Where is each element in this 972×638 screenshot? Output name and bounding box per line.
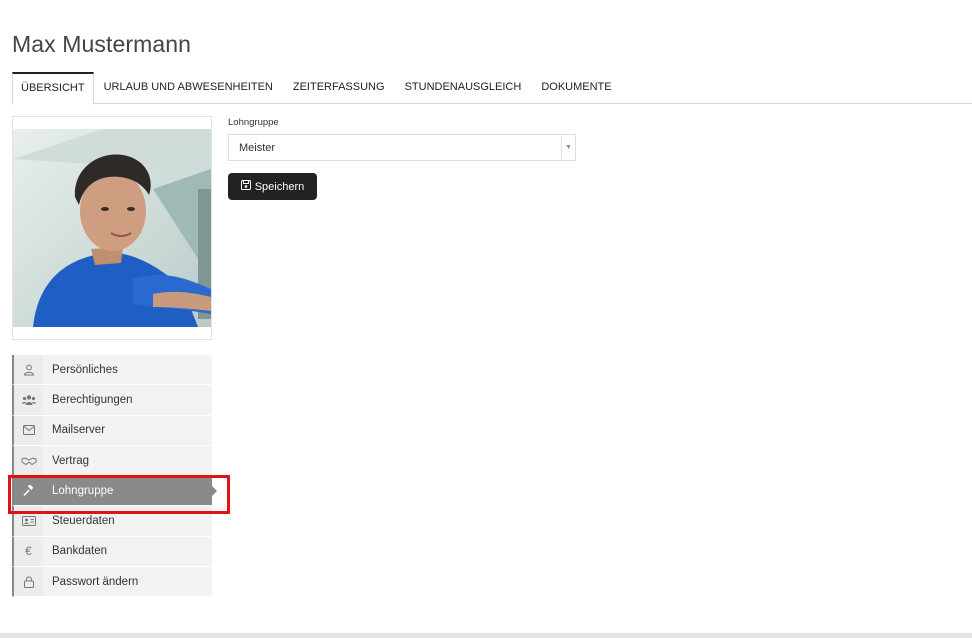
page-title: Max Mustermann <box>12 31 192 57</box>
save-button-label: Speichern <box>254 180 305 193</box>
euro-icon: € <box>14 536 43 567</box>
side-menu-item-passwort-aendern[interactable]: Passwort ändern <box>12 567 212 598</box>
side-menu-item-label: Berechtigungen <box>52 393 133 406</box>
side-menu-item-label: Steuerdaten <box>52 515 115 528</box>
side-menu-item-bankdaten[interactable]: € Bankdaten <box>12 536 212 568</box>
id-card-icon <box>14 506 43 536</box>
select-value: Meister <box>239 142 276 154</box>
tab-dokumente[interactable]: DOKUMENTE <box>531 72 621 104</box>
side-menu: Persönliches Berechtigungen Mailserver V… <box>12 355 217 598</box>
tab-urlaub[interactable]: URLAUB UND ABWESENHEITEN <box>94 72 283 104</box>
side-menu-item-label: Passwort ändern <box>52 575 139 588</box>
envelope-icon <box>14 415 43 445</box>
save-icon <box>240 180 251 193</box>
side-menu-item-label: Bankdaten <box>52 545 107 558</box>
tab-stundenausgleich[interactable]: STUNDENAUSGLEICH <box>395 72 532 104</box>
users-icon <box>14 385 43 415</box>
side-menu-item-vertrag[interactable]: Vertrag <box>12 445 212 477</box>
profile-photo[interactable] <box>13 129 211 327</box>
side-menu-item-berechtigungen[interactable]: Berechtigungen <box>12 385 212 416</box>
side-menu-item-label: Persönliches <box>52 363 118 376</box>
lohngruppe-select[interactable]: Meister ▼ <box>228 134 576 161</box>
tab-uebersicht[interactable]: ÜBERSICHT <box>12 72 94 105</box>
save-button[interactable]: Speichern <box>228 173 317 200</box>
chevron-down-icon[interactable]: ▼ <box>561 135 575 160</box>
profile-photo-card <box>12 116 212 340</box>
side-menu-item-steuerdaten[interactable]: Steuerdaten <box>12 506 212 537</box>
gavel-icon <box>14 476 43 506</box>
lock-icon <box>14 567 43 597</box>
side-menu-item-mailserver[interactable]: Mailserver <box>12 415 212 446</box>
handshake-icon <box>14 445 43 476</box>
user-icon <box>14 355 43 385</box>
side-menu-item-label: Lohngruppe <box>52 484 114 497</box>
side-menu-item-label: Mailserver <box>52 424 106 437</box>
side-menu-item-label: Vertrag <box>52 454 90 467</box>
side-menu-item-persoenliches[interactable]: Persönliches <box>12 355 212 386</box>
tab-zeiterfassung[interactable]: ZEITERFASSUNG <box>283 72 395 104</box>
bottom-bar <box>0 633 972 638</box>
side-menu-item-lohngruppe[interactable]: Lohngruppe <box>12 476 217 507</box>
tab-bar: ÜBERSICHT URLAUB UND ABWESENHEITEN ZEITE… <box>12 72 972 105</box>
lohngruppe-label: Lohngruppe <box>228 117 279 128</box>
